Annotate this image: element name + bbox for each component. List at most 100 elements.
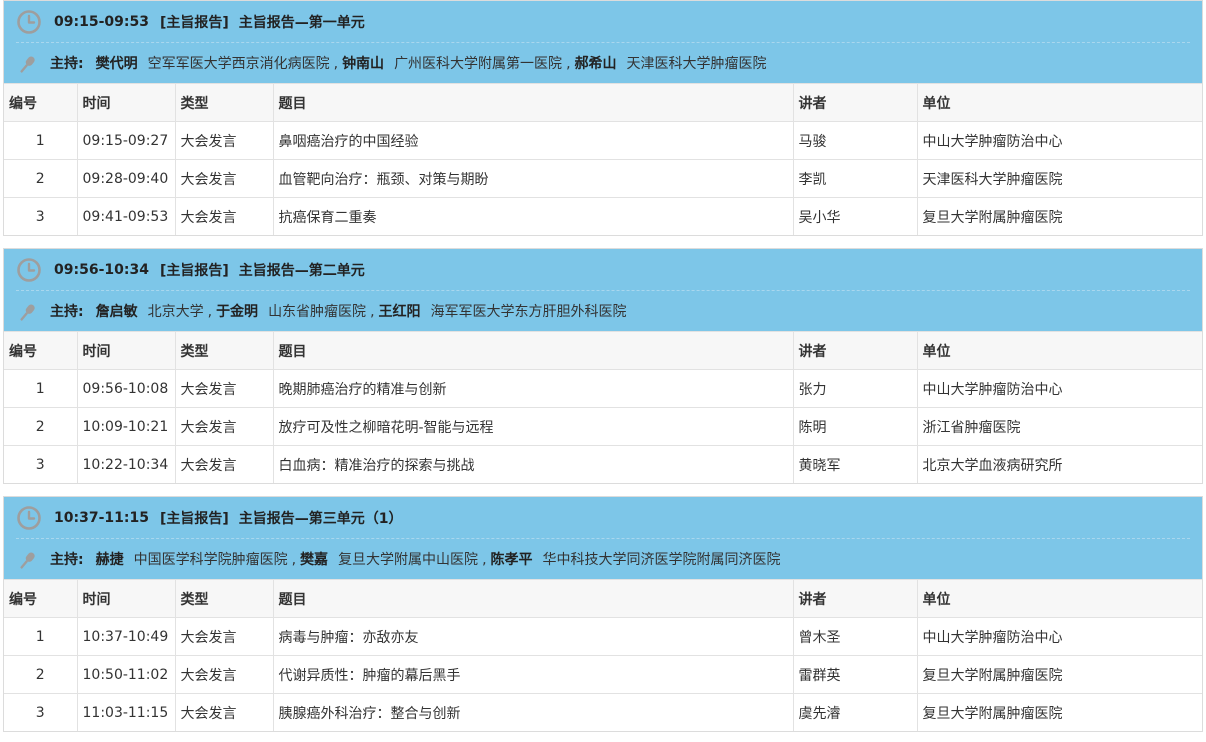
chair-name: 樊嘉	[300, 552, 329, 568]
chair-organization: 华中科技大学同济医学院附属同济医院	[542, 552, 781, 568]
chair-name: 郝希山	[574, 56, 617, 72]
table-row: 3 09:41-09:53 大会发言 抗癌保育二重奏 吴小华 复旦大学附属肿瘤医院	[4, 197, 1202, 235]
row-unit-cell: 中山大学肿瘤防治中心	[916, 121, 1202, 160]
clock-icon	[17, 505, 41, 530]
row-speaker-cell: 李凯	[792, 159, 918, 198]
session-block: 10:37-11:15 [主旨报告] 主旨报告—第三单元（1） 主持: 赫捷 中国…	[3, 496, 1203, 732]
chair-separator: ,	[370, 304, 375, 320]
row-topic-cell: 晚期肺癌治疗的精准与创新	[272, 369, 794, 408]
row-number-cell: 1	[4, 617, 78, 656]
schedule-table: 编号 时间 类型 题目 讲者 单位 1 10:37-10:49 大会发言 病毒与肿瘤：…	[4, 579, 1202, 731]
table-row: 2 10:50-11:02 大会发言 代谢异质性：肿瘤的幕后黑手 雷群英 复旦大学附属肿瘤…	[4, 655, 1202, 694]
row-number-cell: 2	[4, 407, 78, 446]
row-unit-cell: 天津医科大学肿瘤医院	[916, 159, 1202, 198]
session-header: 09:56-10:34 [主旨报告] 主旨报告—第二单元 主持: 詹启敏 北京大学…	[4, 249, 1202, 331]
row-type-cell: 大会发言	[174, 197, 274, 235]
chair-name: 陈孝平	[490, 552, 533, 568]
session-block: 09:15-09:53 [主旨报告] 主旨报告—第一单元 主持: 樊代明 空军军医…	[3, 0, 1203, 236]
row-speaker-cell: 雷群英	[792, 655, 918, 694]
row-speaker-cell: 陈明	[792, 407, 918, 446]
chair-separator: ,	[333, 56, 339, 72]
chair-list: 樊代明 空军军医大学西京消化病医院, 钟南山 广州医科大学附属第一医院, 郝希山 天津医科…	[96, 53, 767, 73]
row-type-cell: 大会发言	[174, 693, 274, 731]
row-time-cell: 11:03-11:15	[76, 693, 176, 731]
col-header-speaker: 讲者	[792, 579, 918, 618]
row-type-cell: 大会发言	[174, 159, 274, 198]
chair-label: 主持:	[50, 304, 84, 320]
row-topic-cell: 鼻咽癌治疗的中国经验	[272, 121, 794, 160]
chair-organization: 空军军医大学西京消化病医院	[147, 56, 330, 72]
col-header-speaker: 讲者	[792, 331, 918, 370]
row-time-cell: 10:50-11:02	[76, 655, 176, 694]
session-tag: [主旨报告]	[159, 510, 229, 527]
row-time-cell: 09:28-09:40	[76, 159, 176, 198]
col-header-topic: 题目	[272, 83, 794, 122]
col-header-type: 类型	[174, 83, 274, 122]
row-topic-cell: 代谢异质性：肿瘤的幕后黑手	[272, 655, 794, 694]
session-time: 09:56-10:34	[54, 261, 149, 278]
row-type-cell: 大会发言	[174, 655, 274, 694]
row-number-cell: 2	[4, 655, 78, 694]
row-time-cell: 10:09-10:21	[76, 407, 176, 446]
chair-organization: 山东省肿瘤医院	[268, 304, 367, 320]
clock-icon	[17, 257, 41, 282]
row-topic-cell: 放疗可及性之柳暗花明-智能与远程	[272, 407, 794, 446]
col-header-unit: 单位	[916, 579, 1202, 618]
chair-organization: 广州医科大学附属第一医院	[394, 56, 563, 72]
row-type-cell: 大会发言	[174, 617, 274, 656]
row-speaker-cell: 黄晓军	[792, 445, 918, 483]
row-unit-cell: 复旦大学附属肿瘤医院	[916, 693, 1202, 731]
row-time-cell: 09:41-09:53	[76, 197, 176, 235]
session-tag: [主旨报告]	[159, 14, 229, 31]
chair-name: 詹启敏	[95, 304, 138, 320]
session-chairs-row: 主持: 詹启敏 北京大学, 于金明 山东省肿瘤医院, 王红阳 海军军医大学东方肝胆外科医院	[16, 291, 1190, 331]
session-chairs-row: 主持: 赫捷 中国医学科学院肿瘤医院, 樊嘉 复旦大学附属中山医院, 陈孝平 华中科技大学…	[16, 539, 1190, 579]
chair-separator: ,	[566, 56, 571, 72]
session-title-row: 09:56-10:34 [主旨报告] 主旨报告—第二单元	[16, 249, 1190, 291]
row-time-cell: 09:15-09:27	[76, 121, 176, 160]
col-header-time: 时间	[76, 579, 176, 618]
chair-organization: 北京大学	[147, 304, 204, 320]
row-number-cell: 1	[4, 369, 78, 408]
row-topic-cell: 白血病：精准治疗的探索与挑战	[272, 445, 794, 483]
session-chairs-row: 主持: 樊代明 空军军医大学西京消化病医院, 钟南山 广州医科大学附属第一医院, 郝希山…	[16, 43, 1190, 83]
session-block: 09:56-10:34 [主旨报告] 主旨报告—第二单元 主持: 詹启敏 北京大学…	[3, 248, 1203, 484]
chair-name: 王红阳	[378, 304, 421, 320]
chair-label: 主持:	[50, 56, 84, 72]
chair-name: 钟南山	[342, 56, 385, 72]
table-row: 1 10:37-10:49 大会发言 病毒与肿瘤：亦敌亦友 曾木圣 中山大学肿瘤防治中心	[4, 617, 1202, 656]
col-header-time: 时间	[76, 83, 176, 122]
chair-organization: 海军军医大学东方肝胆外科医院	[430, 304, 627, 320]
row-unit-cell: 中山大学肿瘤防治中心	[916, 617, 1202, 656]
row-type-cell: 大会发言	[174, 445, 274, 483]
session-title: 主旨报告—第二单元	[238, 262, 365, 279]
schedule-table: 编号 时间 类型 题目 讲者 单位 1 09:56-10:08 大会发言 晚期肺癌治疗…	[4, 331, 1202, 483]
row-unit-cell: 北京大学血液病研究所	[916, 445, 1202, 483]
col-header-unit: 单位	[916, 331, 1202, 370]
table-row: 3 11:03-11:15 大会发言 胰腺癌外科治疗：整合与创新 虞先濬 复旦大学附属肿瘤…	[4, 693, 1202, 731]
table-header-row: 编号 时间 类型 题目 讲者 单位	[4, 579, 1202, 618]
chair-name: 赫捷	[95, 552, 124, 568]
session-title-row: 09:15-09:53 [主旨报告] 主旨报告—第一单元	[16, 1, 1190, 43]
schedule-table: 编号 时间 类型 题目 讲者 单位 1 09:15-09:27 大会发言 鼻咽癌治疗的…	[4, 83, 1202, 235]
table-row: 3 10:22-10:34 大会发言 白血病：精准治疗的探索与挑战 黄晓军 北京大学血液病…	[4, 445, 1202, 483]
row-number-cell: 3	[4, 445, 78, 483]
row-type-cell: 大会发言	[174, 121, 274, 160]
schedule-list: 09:15-09:53 [主旨报告] 主旨报告—第一单元 主持: 樊代明 空军军医…	[0, 0, 1206, 732]
chair-name: 于金明	[216, 304, 259, 320]
chair-list: 詹启敏 北京大学, 于金明 山东省肿瘤医院, 王红阳 海军军医大学东方肝胆外科医院	[96, 301, 627, 321]
session-title: 主旨报告—第三单元（1）	[238, 510, 403, 527]
row-unit-cell: 浙江省肿瘤医院	[916, 407, 1202, 446]
row-unit-cell: 复旦大学附属肿瘤医院	[916, 655, 1202, 694]
col-header-number: 编号	[4, 579, 78, 618]
col-header-number: 编号	[4, 331, 78, 370]
row-topic-cell: 血管靶向治疗：瓶颈、对策与期盼	[272, 159, 794, 198]
session-time: 10:37-11:15	[54, 509, 149, 526]
row-time-cell: 10:37-10:49	[76, 617, 176, 656]
col-header-type: 类型	[174, 331, 274, 370]
col-header-unit: 单位	[916, 83, 1202, 122]
row-topic-cell: 病毒与肿瘤：亦敌亦友	[272, 617, 794, 656]
session-tag: [主旨报告]	[159, 262, 229, 279]
row-speaker-cell: 吴小华	[792, 197, 918, 235]
row-number-cell: 2	[4, 159, 78, 198]
